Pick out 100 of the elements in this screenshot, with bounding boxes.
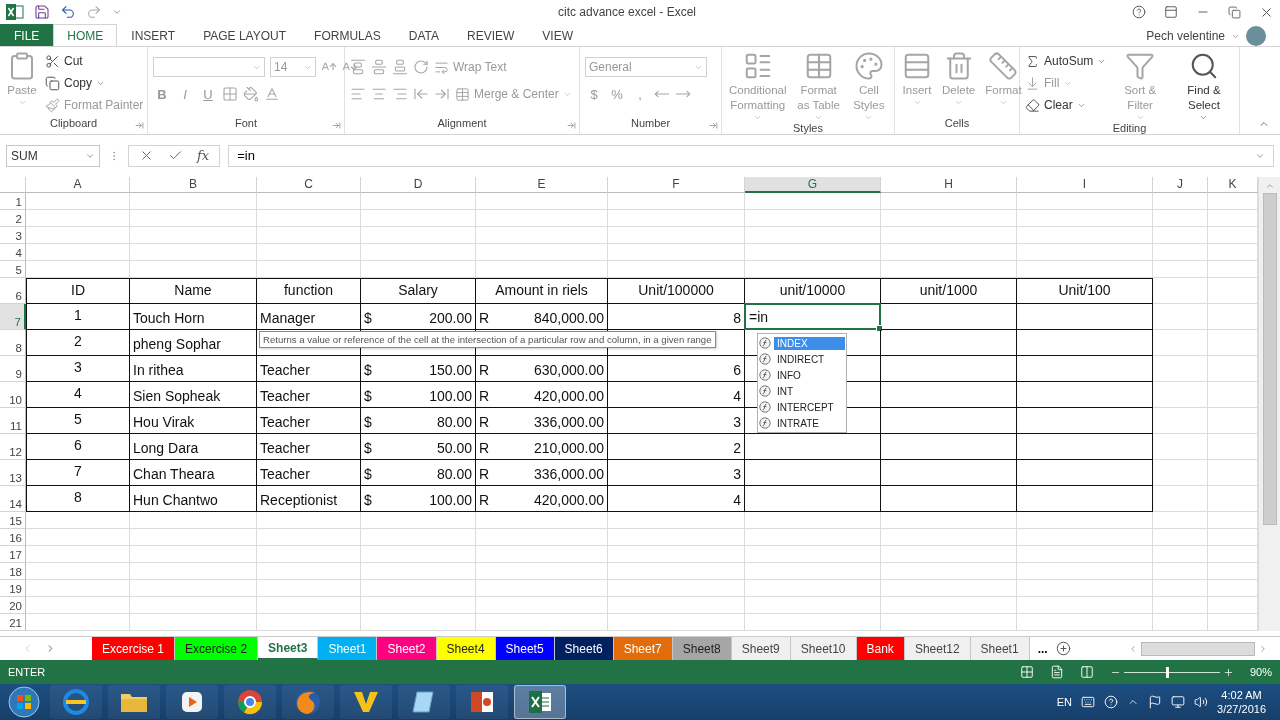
taskbar-button[interactable] [514,685,566,719]
ribbon-button[interactable]: Clear [1025,95,1107,115]
grid-cell[interactable] [1153,330,1208,356]
table-cell[interactable]: Receptionist [257,486,361,512]
grid-cell[interactable] [1153,408,1208,434]
launcher-icon[interactable] [135,121,144,130]
grid-cell[interactable] [881,546,1017,563]
grid-cell[interactable] [1153,210,1208,227]
table-cell[interactable]: Manager [257,304,361,330]
ribbon-tab[interactable]: PAGE LAYOUT [189,24,301,46]
table-cell[interactable]: R 336,000.00 [476,460,608,486]
table-cell[interactable]: ID [26,278,130,304]
table-cell[interactable]: $ 200.00 [361,304,476,330]
taskbar-button[interactable] [340,685,392,719]
row-header[interactable]: 7 [0,304,26,330]
table-cell[interactable]: $ 150.00 [361,356,476,382]
grid-cell[interactable] [257,227,361,244]
row-header[interactable]: 17 [0,546,26,563]
grid-cell[interactable] [361,227,476,244]
row-header[interactable]: 21 [0,614,26,631]
grid-cell[interactable] [745,244,881,261]
table-cell[interactable]: 3 [608,460,745,486]
ribbon-tab[interactable]: REVIEW [453,24,529,46]
row-header[interactable]: 4 [0,244,26,261]
grid-cell[interactable] [745,563,881,580]
table-cell[interactable] [881,434,1017,460]
grid-cell[interactable] [26,597,130,614]
launcher-icon[interactable] [332,121,341,130]
table-cell[interactable]: 4 [608,486,745,512]
ribbon-button[interactable]: Cut [45,51,144,71]
grid-cell[interactable] [361,597,476,614]
vertical-scrollbar[interactable] [1258,177,1280,631]
table-cell[interactable] [881,304,1017,330]
table-cell[interactable]: $ 80.00 [361,408,476,434]
taskbar-button[interactable] [166,685,218,719]
avatar[interactable] [1246,26,1266,46]
sheet-tab[interactable]: Sheet6 [554,637,614,660]
row-header[interactable]: 13 [0,460,26,486]
autocomplete-item[interactable]: INDIRECT [774,352,845,366]
grid-cell[interactable] [361,193,476,210]
grid-cell[interactable] [745,512,881,529]
grid-cell[interactable] [361,512,476,529]
grid-cell[interactable] [476,546,608,563]
fill-handle[interactable] [876,325,883,332]
formula-field[interactable]: =in [228,144,1274,167]
table-cell[interactable]: Sien Sopheak [130,382,257,408]
table-cell[interactable] [881,330,1017,356]
table-cell[interactable]: 1 [26,304,130,330]
sheet-tab[interactable]: Sheet12 [904,637,971,660]
grid-cell[interactable] [26,193,130,210]
table-cell[interactable] [881,460,1017,486]
grid-cell[interactable] [130,580,257,597]
grid-cell[interactable] [1017,529,1153,546]
grid-cell[interactable] [361,210,476,227]
grid-cell[interactable] [745,193,881,210]
grid-cell[interactable] [476,512,608,529]
column-header[interactable]: A [26,177,130,193]
grid-cell[interactable] [881,614,1017,631]
grid-cell[interactable] [257,597,361,614]
table-cell[interactable] [1017,486,1153,512]
ribbon-tab[interactable]: VIEW [528,24,587,46]
table-cell[interactable]: Unit/100000 [608,278,745,304]
table-cell[interactable] [881,382,1017,408]
sheet-tab[interactable]: Excercise 1 [92,637,176,660]
grid-cell[interactable] [361,614,476,631]
table-cell[interactable]: Hou Virak [130,408,257,434]
grid-cell[interactable] [476,244,608,261]
table-cell[interactable]: R 420,000.00 [476,486,608,512]
table-cell[interactable]: R 420,000.00 [476,382,608,408]
sheet-tab[interactable]: Sheet5 [495,637,555,660]
grid-cell[interactable] [1017,261,1153,278]
grid-cell[interactable] [745,261,881,278]
table-cell[interactable] [745,460,881,486]
table-cell[interactable]: Teacher [257,434,361,460]
grid-cell[interactable] [1153,563,1208,580]
table-cell[interactable]: Chan Theara [130,460,257,486]
grid-cell[interactable] [26,210,130,227]
ribbon-button[interactable]: Find & Select [1173,51,1234,122]
launcher-icon[interactable] [567,121,576,130]
grid-cell[interactable] [361,244,476,261]
grid-cell[interactable] [257,261,361,278]
grid-cell[interactable] [1017,614,1153,631]
grid-cell[interactable] [1153,529,1208,546]
table-cell[interactable]: unit/1000 [881,278,1017,304]
grid-cell[interactable] [1153,227,1208,244]
table-cell[interactable]: 2 [608,434,745,460]
grid-cell[interactable] [476,227,608,244]
grid-cell[interactable] [1153,193,1208,210]
grid-cell[interactable] [1153,597,1208,614]
grid-cell[interactable] [608,597,745,614]
autocomplete-item[interactable]: INTERCEPT [774,400,845,414]
grid-cell[interactable] [26,529,130,546]
table-cell[interactable]: In rithea [130,356,257,382]
grid-cell[interactable] [1017,580,1153,597]
table-cell[interactable]: 4 [608,382,745,408]
grid-cell[interactable] [745,597,881,614]
grid-cell[interactable] [1153,486,1208,512]
table-cell[interactable]: Teacher [257,382,361,408]
row-header[interactable]: 16 [0,529,26,546]
grid-cell[interactable] [476,580,608,597]
